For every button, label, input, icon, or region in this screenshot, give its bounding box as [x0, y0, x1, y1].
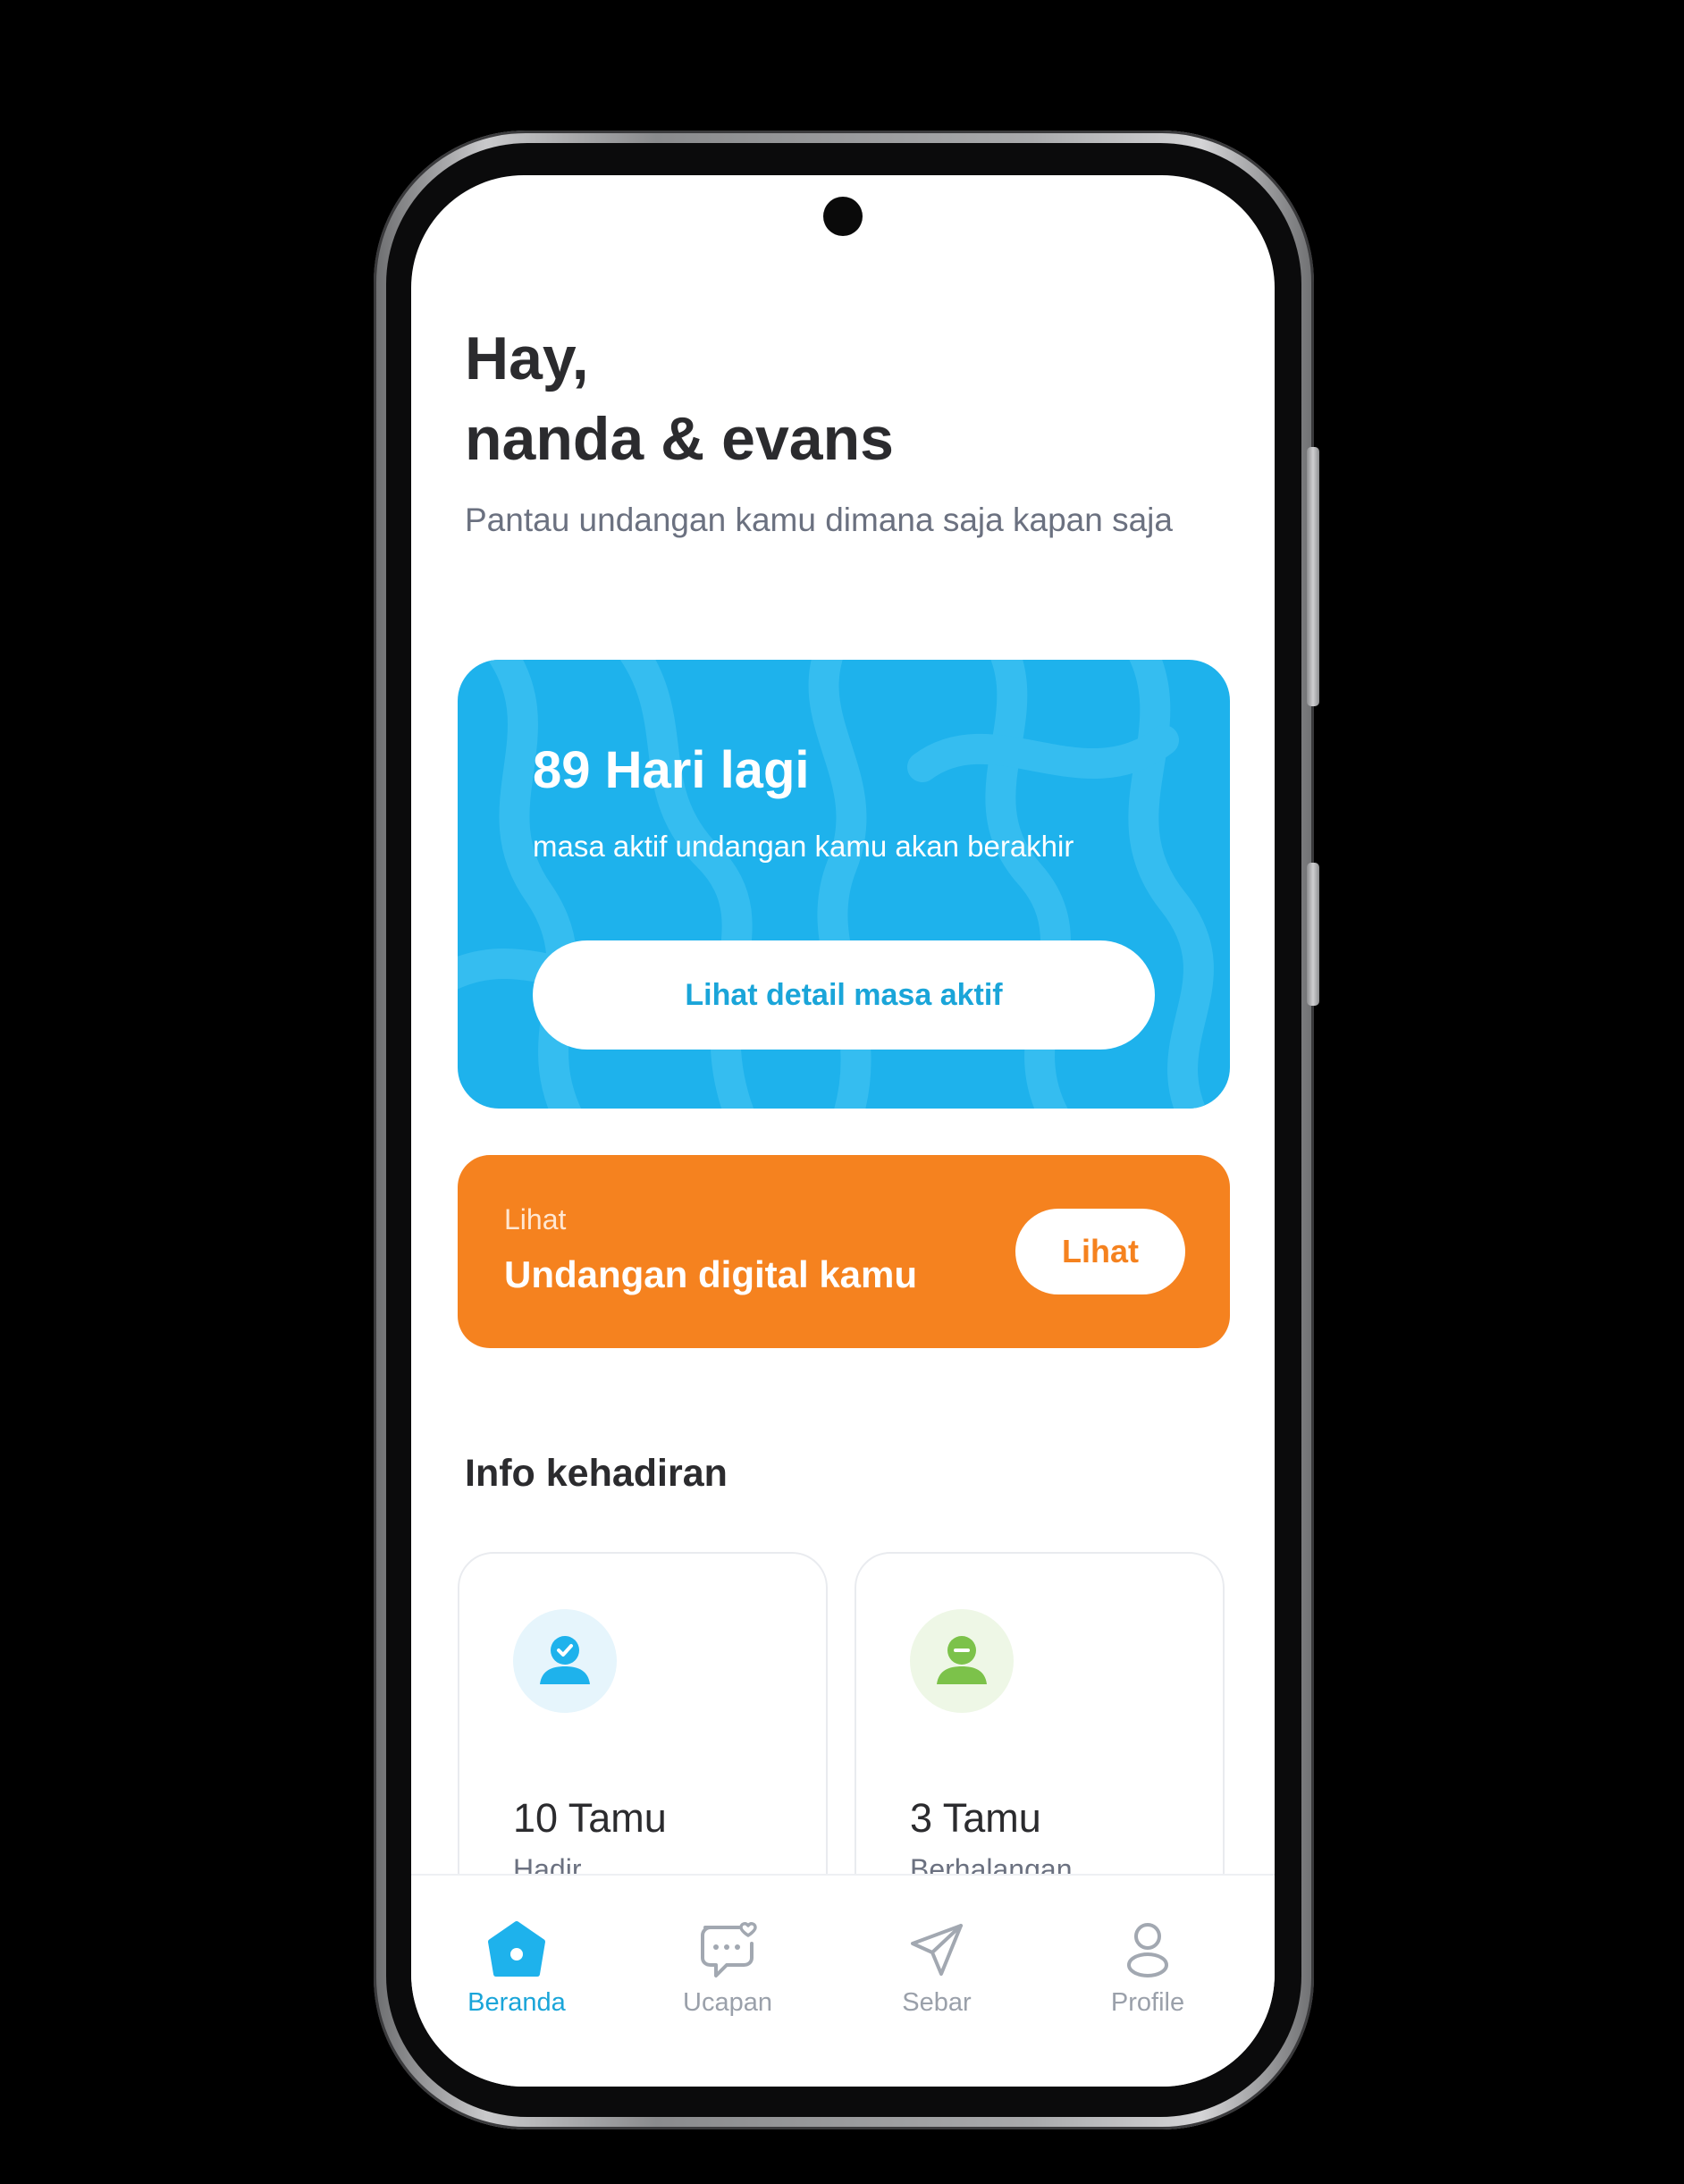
volume-button	[1307, 447, 1319, 706]
nav-label-sebar: Sebar	[902, 1988, 972, 2017]
nav-item-sebar[interactable]: Sebar	[847, 1920, 1026, 2045]
profile-icon	[1127, 1923, 1168, 1977]
send-icon	[911, 1924, 963, 1976]
phone-screen: Hay, nanda & evans Pantau undangan kamu …	[411, 175, 1275, 2087]
nav-label-beranda: Beranda	[467, 1988, 566, 2017]
nav-label-profile: Profile	[1110, 1988, 1185, 2017]
days-left-text: 89 Hari lagi	[533, 741, 810, 799]
nav-item-profile[interactable]: Profile	[1058, 1920, 1237, 2045]
attendance-section-title: Info kehadiran	[465, 1452, 728, 1495]
digital-invitation-card: Lihat Undangan digital kamu Lihat	[458, 1155, 1230, 1348]
nav-item-ucapan[interactable]: Ucapan	[638, 1920, 817, 2045]
view-active-period-button[interactable]: Lihat detail masa aktif	[533, 940, 1155, 1050]
home-icon	[488, 1921, 545, 1977]
greeting-subtitle: Pantau undangan kamu dimana saja kapan s…	[465, 502, 1173, 538]
active-period-description: masa aktif undangan kamu akan berakhir	[533, 830, 1074, 863]
front-camera	[823, 197, 863, 236]
greeting-line-hay: Hay,	[465, 325, 589, 392]
user-minus-icon	[910, 1609, 1014, 1713]
user-check-icon	[513, 1609, 617, 1713]
invitation-card-title: Undangan digital kamu	[504, 1253, 918, 1295]
attendance-card-present[interactable]: 10 Tamu Hadir	[458, 1552, 828, 1927]
power-button	[1307, 863, 1319, 1006]
chat-heart-icon	[701, 1922, 757, 1977]
greeting-title: Hay, nanda & evans	[465, 318, 894, 479]
active-period-card: 89 Hari lagi masa aktif undangan kamu ak…	[458, 660, 1230, 1109]
view-invitation-button[interactable]: Lihat	[1015, 1209, 1185, 1294]
bottom-navigation: Beranda Ucapan Sebar Profile	[411, 1874, 1275, 2087]
greeting-line-names: nanda & evans	[465, 405, 894, 473]
nav-label-ucapan: Ucapan	[683, 1988, 772, 2017]
invitation-card-caption: Lihat	[504, 1203, 567, 1235]
absent-guest-count: 3 Tamu	[910, 1795, 1041, 1841]
nav-item-beranda[interactable]: Beranda	[427, 1920, 606, 2045]
present-guest-count: 10 Tamu	[513, 1795, 667, 1841]
attendance-card-absent[interactable]: 3 Tamu Berhalangan	[855, 1552, 1225, 1927]
